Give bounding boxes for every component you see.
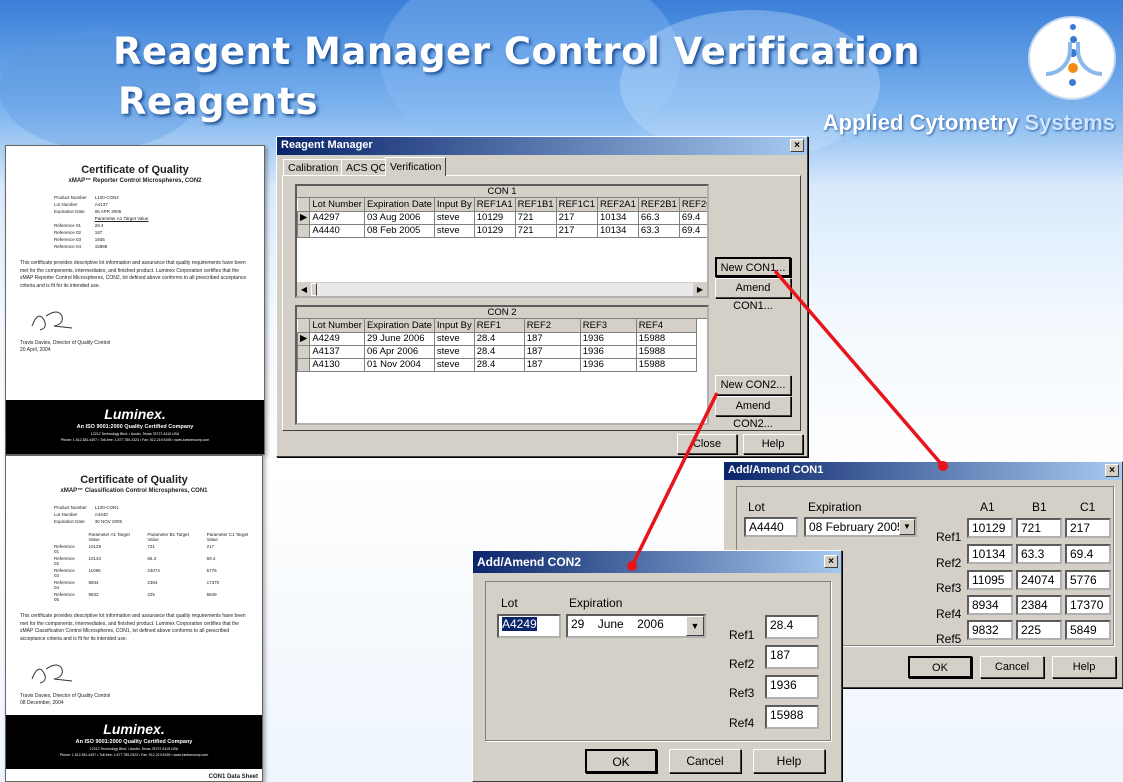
- chevron-down-icon[interactable]: ▼: [686, 616, 704, 636]
- ref1-a1-field[interactable]: 10129: [967, 518, 1013, 538]
- ref2-field[interactable]: 187: [765, 645, 819, 669]
- ref1-field[interactable]: 28.4: [765, 615, 819, 639]
- close-icon[interactable]: ×: [1105, 464, 1119, 477]
- cert-paragraph: This certificate provides descriptive lo…: [20, 613, 246, 642]
- ref2-b1-field[interactable]: 63.3: [1016, 544, 1062, 564]
- lot-input[interactable]: A4249: [497, 614, 561, 638]
- scroll-right-icon[interactable]: ▶: [693, 283, 707, 296]
- close-button[interactable]: Close: [677, 434, 737, 454]
- cancel-button[interactable]: Cancel: [669, 749, 741, 773]
- col-b1-label: B1: [1032, 500, 1047, 514]
- slide-title-line1: Reagent Manager Control Verification: [113, 30, 921, 73]
- ref1-label: Ref1: [729, 628, 755, 642]
- certificate-con1: Certificate of Quality xMAP™ Classificat…: [5, 455, 263, 782]
- luminex-footer: Luminex. An ISO 9001:2000 Quality Certif…: [6, 400, 264, 454]
- cert-paragraph: This certificate provides descriptive lo…: [20, 260, 247, 289]
- ref3-label: Ref3: [936, 581, 962, 595]
- con1-grid[interactable]: CON 1 Lot Number Expiration Date Input By R…: [295, 184, 709, 298]
- tab-acs-qc[interactable]: ACS QC: [341, 159, 392, 176]
- col-c1-label: C1: [1080, 500, 1096, 514]
- new-con1-button[interactable]: New CON1...: [715, 257, 791, 277]
- cert-info-table: Product Number L100-CON1 Lot Number A4440 …: [54, 505, 123, 524]
- con2-caption: CON 2: [297, 307, 707, 319]
- expiration-label: Expiration: [569, 596, 623, 610]
- ref4-a1-field[interactable]: 8934: [967, 595, 1013, 615]
- close-icon[interactable]: ×: [790, 139, 804, 152]
- ref3-a1-field[interactable]: 11095: [967, 570, 1013, 590]
- certificate-con2: Certificate of Quality xMAP™ Reporter Co…: [5, 145, 265, 455]
- ref5-a1-field[interactable]: 9832: [967, 620, 1013, 640]
- applied-cytometry-logo: [1028, 16, 1116, 100]
- ok-button[interactable]: OK: [908, 656, 972, 678]
- col-a1-label: A1: [980, 500, 995, 514]
- table-row[interactable]: A4130 01 Nov 2004 steve 28.4 187 1936 15988: [297, 357, 697, 372]
- scroll-thumb[interactable]: [311, 283, 317, 296]
- ref2-label: Ref2: [936, 556, 962, 570]
- cert-title: Certificate of Quality: [81, 164, 189, 176]
- tab-calibration[interactable]: Calibration: [283, 159, 344, 176]
- ref2-label: Ref2: [729, 657, 755, 671]
- cert-title: Certificate of Quality: [80, 474, 188, 486]
- ref3-label: Ref3: [729, 686, 755, 700]
- table-row[interactable]: A4440 08 Feb 2005 steve 10129 721 217 10134 63.…: [297, 223, 707, 238]
- cert-subtitle: xMAP™ Reporter Control Microspheres, CON…: [68, 178, 202, 184]
- cert-subtitle: xMAP™ Classification Control Microsphere…: [60, 488, 208, 494]
- ref1-label: Ref1: [936, 530, 962, 544]
- signature-image: [31, 664, 73, 684]
- ref5-c1-field[interactable]: 5849: [1065, 620, 1111, 640]
- ref1-b1-field[interactable]: 721: [1016, 518, 1062, 538]
- new-con2-button[interactable]: New CON2...: [715, 375, 791, 395]
- chevron-down-icon[interactable]: ▼: [899, 519, 915, 535]
- add-amend-con2-dialog: Add/Amend CON2 × Lot A4249 Expiration 29 …: [472, 550, 842, 782]
- title-bar: Add/Amend CON1 ×: [724, 462, 1122, 480]
- cert-signer: Travis Davies, Director of Quality Contr…: [20, 340, 111, 353]
- title-bar: Add/Amend CON2 ×: [473, 551, 841, 573]
- horizontal-scrollbar[interactable]: ◀ ▶: [297, 282, 707, 296]
- ref4-label: Ref4: [729, 716, 755, 730]
- expiration-date-picker[interactable]: 29 June 2006 ▼: [566, 614, 706, 638]
- signature-image: [31, 311, 73, 331]
- slide-title-line2: Reagents: [118, 80, 319, 123]
- table-row[interactable]: ▶ A4249 29 June 2006 steve 28.4 187 1936 15988: [297, 331, 697, 346]
- ref2-c1-field[interactable]: 69.4: [1065, 544, 1111, 564]
- help-button[interactable]: Help: [753, 749, 825, 773]
- ref5-b1-field[interactable]: 225: [1016, 620, 1062, 640]
- cert-values-table: Parameter A1 Target Value Parameter B1 Ta…: [54, 532, 249, 602]
- amend-con2-button[interactable]: Amend CON2...: [715, 396, 791, 430]
- expiration-label: Expiration: [808, 500, 862, 514]
- table-row[interactable]: A4137 06 Apr 2006 steve 28.4 187 1936 15988: [297, 344, 697, 359]
- ok-button[interactable]: OK: [585, 749, 657, 773]
- ref4-label: Ref4: [936, 607, 962, 621]
- lot-label: Lot: [748, 500, 765, 514]
- title-bar: Reagent Manager ×: [277, 137, 807, 155]
- ref4-b1-field[interactable]: 2384: [1016, 595, 1062, 615]
- amend-con1-button[interactable]: Amend CON1...: [715, 278, 791, 312]
- help-button[interactable]: Help: [1052, 656, 1116, 678]
- help-button[interactable]: Help: [743, 434, 803, 454]
- scroll-left-icon[interactable]: ◀: [297, 283, 311, 296]
- ref5-label: Ref5: [936, 632, 962, 646]
- cert-info-table: Product Number L100-CON2 Lot Number A4137 …: [54, 195, 149, 249]
- ref1-c1-field[interactable]: 217: [1065, 518, 1111, 538]
- luminex-footer: Luminex. An ISO 9001:2000 Quality Certif…: [6, 715, 262, 769]
- brand-text: Applied Cytometry Systems: [822, 110, 1115, 135]
- ref3-c1-field[interactable]: 5776: [1065, 570, 1111, 590]
- ref4-c1-field[interactable]: 17370: [1065, 595, 1111, 615]
- expiration-date-picker[interactable]: 08 February 2005 ▼: [804, 517, 917, 537]
- reagent-manager-window: Reagent Manager × Calibration ACS QC Veri…: [276, 136, 808, 457]
- lot-label: Lot: [501, 596, 518, 610]
- ref3-b1-field[interactable]: 24074: [1016, 570, 1062, 590]
- table-row[interactable]: ▶ A4297 03 Aug 2006 steve 10129 721 217 10134 6…: [297, 210, 707, 225]
- ref2-a1-field[interactable]: 10134: [967, 544, 1013, 564]
- cert-signer: Travis Davies, Director of Quality Contr…: [20, 693, 111, 706]
- close-icon[interactable]: ×: [824, 555, 838, 568]
- tab-verification[interactable]: Verification: [385, 157, 447, 176]
- ref4-field[interactable]: 15988: [765, 705, 819, 729]
- con1-caption: CON 1: [297, 186, 707, 198]
- cert-footer-label: CON1 Data Sheet: [208, 774, 258, 780]
- con2-grid[interactable]: CON 2 Lot Number Expiration Date Input By R…: [295, 305, 709, 425]
- cancel-button[interactable]: Cancel: [980, 656, 1044, 678]
- ref3-field[interactable]: 1936: [765, 675, 819, 699]
- lot-input[interactable]: A4440: [744, 517, 798, 537]
